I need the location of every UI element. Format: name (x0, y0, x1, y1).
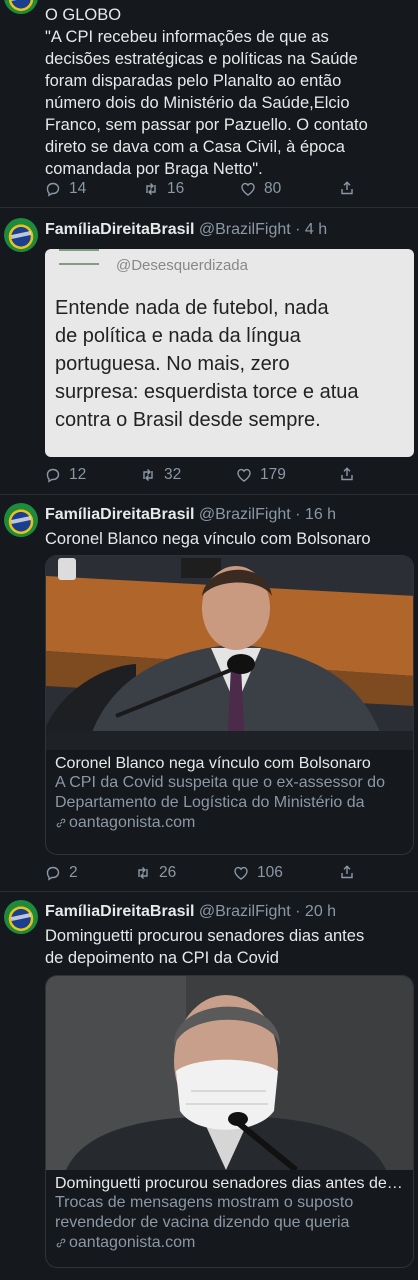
retweet-icon (146, 183, 156, 195)
like-button[interactable]: 106 (233, 864, 283, 882)
quoted-avatar (59, 249, 99, 265)
heart-icon (241, 182, 255, 196)
retweet-icon (138, 867, 148, 879)
tweet-actions: 12 32 179 (45, 466, 418, 488)
retweet-button[interactable]: 16 (143, 180, 184, 198)
card-image (46, 976, 413, 1170)
quoted-text-line: surpresa: esquerdista torce e atua (55, 381, 359, 403)
author-name[interactable]: FamíliaDireitaBrasil (45, 221, 194, 238)
retweet-button[interactable]: 26 (135, 864, 176, 882)
avatar[interactable] (4, 0, 38, 14)
author-handle[interactable]: @BrazilFight (199, 506, 291, 523)
quoted-text-line: de política e nada da língua (55, 325, 301, 347)
author-handle[interactable]: @BrazilFight (199, 903, 291, 920)
tweet[interactable]: O GLOBO "A CPI recebeu informações de qu… (0, 0, 418, 208)
link-card[interactable]: Dominguetti procurou senadores dias ante… (45, 975, 414, 1268)
reply-button[interactable]: 12 (45, 466, 86, 484)
share-button[interactable] (339, 466, 355, 482)
tweet[interactable]: FamíliaDireitaBrasil @BrazilFight · 20 h… (0, 892, 418, 1280)
card-link-text: oantagonista.com (69, 814, 196, 831)
like-button[interactable]: 179 (236, 466, 286, 484)
author-handle[interactable]: @BrazilFight (199, 221, 291, 238)
author-name[interactable]: FamíliaDireitaBrasil (45, 903, 194, 920)
reply-button[interactable]: 2 (45, 864, 78, 882)
tweet-text: Coronel Blanco nega vínculo com Bolsonar… (45, 530, 371, 548)
quoted-handle: @Desesquerdizada (116, 257, 248, 274)
tweet-text-line: O GLOBO (45, 6, 122, 24)
tweet-header: FamíliaDireitaBrasil @BrazilFight · 4 h (45, 220, 412, 240)
tweet-header: FamíliaDireitaBrasil @BrazilFight · 20 h (45, 902, 412, 922)
avatar[interactable] (4, 218, 38, 252)
reply-count: 2 (69, 864, 78, 881)
tweet-time[interactable]: · 16 h (295, 506, 336, 523)
like-count: 179 (260, 466, 286, 483)
quoted-text-line: contra o Brasil desde sempre. (55, 409, 321, 431)
reply-count: 14 (69, 180, 87, 197)
tweet-text-line: foram disparadas pelo Planalto ao então (45, 72, 342, 90)
card-description-text: Trocas de mensagens mostram o suposto re… (55, 1194, 354, 1231)
card-title[interactable]: Dominguetti procurou senadores dias ante… (55, 1175, 404, 1193)
card-link[interactable]: oantagonista.com (55, 1234, 404, 1252)
card-description: A CPI da Covid suspeita que o ex-assesso… (55, 773, 404, 813)
like-count: 80 (264, 180, 282, 197)
tweet-time[interactable]: · 4 h (295, 221, 327, 238)
reply-icon (46, 468, 60, 483)
share-icon (341, 865, 353, 879)
link-icon (56, 818, 66, 828)
retweet-button[interactable]: 32 (140, 466, 181, 484)
heart-icon (237, 468, 251, 482)
author-name[interactable]: FamíliaDireitaBrasil (45, 506, 194, 523)
tweet-text-line: Dominguetti procurou senadores dias ante… (45, 927, 365, 945)
quoted-text-line: Entende nada de futebol, nada (55, 297, 329, 319)
share-button[interactable] (339, 864, 355, 880)
like-count: 106 (257, 864, 283, 881)
retweet-count: 32 (164, 466, 182, 483)
like-button[interactable]: 80 (240, 180, 281, 198)
card-description-text: A CPI da Covid suspeita que o ex-assesso… (55, 774, 385, 811)
tweet-actions: 14 16 80 (45, 180, 418, 202)
tweet[interactable]: FamíliaDireitaBrasil @BrazilFight · 4 h … (0, 208, 418, 495)
reply-icon (46, 182, 60, 197)
link-card[interactable]: Coronel Blanco nega vínculo com Bolsonar… (45, 555, 414, 855)
tweet-text-line: número dois do Ministério da Saúde,Elcio (45, 94, 350, 112)
link-icon (56, 1238, 66, 1248)
tweet-text: Dominguetti procurou senadores dias ante… (45, 925, 412, 969)
retweet-count: 16 (167, 180, 185, 197)
tweet-time[interactable]: · 20 h (295, 903, 336, 920)
card-link-text: oantagonista.com (69, 1234, 196, 1251)
tweet-text-line: "A CPI recebeu informações de que as (45, 28, 329, 46)
quoted-text: Entende nada de futebol, nada de polític… (55, 294, 359, 434)
reply-icon (46, 866, 60, 881)
retweet-count: 26 (159, 864, 177, 881)
quoted-image[interactable]: @Desesquerdizada Entende nada de futebol… (45, 249, 414, 457)
tweet-actions: 2 26 106 (45, 864, 418, 886)
retweet-icon (143, 469, 153, 481)
reply-count: 12 (69, 466, 87, 483)
tweet-text-line: comandada por Braga Netto". (45, 160, 263, 178)
tweet-text-line: direto se dava com a Casa Civil, à época (45, 138, 345, 156)
tweet[interactable]: FamíliaDireitaBrasil @BrazilFight · 16 h… (0, 495, 418, 892)
avatar[interactable] (4, 900, 38, 934)
reply-button[interactable]: 14 (45, 180, 86, 198)
tweet-text-line: Franco, sem passar por Pazuello. O conta… (45, 116, 368, 134)
quoted-text-line: portuguesa. No mais, zero (55, 353, 290, 375)
tweet-text-line: decisões estratégicas e políticas na Saú… (45, 50, 358, 68)
share-button[interactable] (339, 180, 355, 196)
share-icon (341, 181, 353, 195)
card-description: Trocas de mensagens mostram o suposto re… (55, 1193, 404, 1233)
tweet-text-line: de depoimento na CPI da Covid (45, 949, 279, 967)
card-title[interactable]: Coronel Blanco nega vínculo com Bolsonar… (55, 755, 404, 773)
share-icon (341, 467, 353, 481)
tweet-header: FamíliaDireitaBrasil @BrazilFight · 16 h (45, 505, 412, 525)
heart-icon (234, 866, 248, 880)
avatar[interactable] (4, 503, 38, 537)
card-link[interactable]: oantagonista.com (55, 814, 404, 832)
tweet-text: O GLOBO "A CPI recebeu informações de qu… (45, 4, 412, 180)
card-image (46, 556, 413, 750)
